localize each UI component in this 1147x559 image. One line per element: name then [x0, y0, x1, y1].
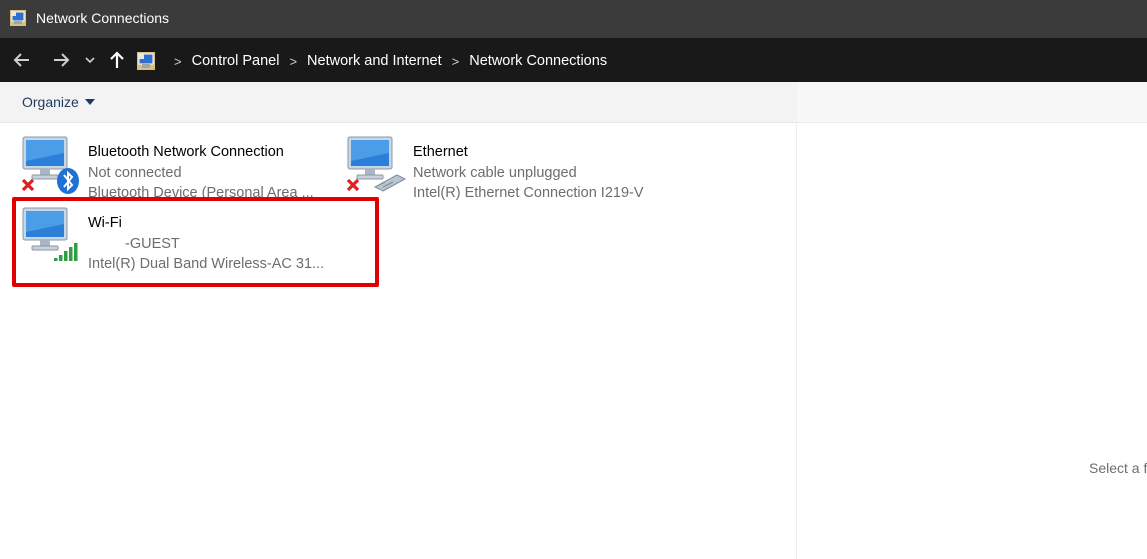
bluetooth-network-icon [21, 136, 79, 194]
connection-details: Wi-Fi -GUEST Intel(R) Dual Band Wireless… [88, 213, 324, 275]
breadcrumb: > Control Panel > Network and Internet >… [136, 50, 607, 72]
wifi-network-icon [22, 207, 78, 261]
connection-device: Intel(R) Dual Band Wireless-AC 31... [88, 256, 325, 272]
connection-status: -GUEST [125, 235, 180, 252]
forward-arrow-icon [54, 53, 70, 67]
forward-button[interactable] [49, 48, 73, 72]
back-arrow-icon [13, 53, 29, 67]
back-button[interactable] [10, 48, 34, 72]
network-connections-icon [10, 10, 26, 26]
connection-details: Ethernet Network cable unplugged Intel(R… [413, 142, 644, 204]
organize-button[interactable]: Organize [22, 94, 95, 110]
up-arrow-icon [110, 51, 124, 68]
connection-item-ethernet[interactable]: Ethernet Network cable unplugged Intel(R… [345, 133, 685, 201]
title-bar: Network Connections [0, 0, 1147, 38]
recent-locations-button[interactable] [80, 48, 100, 72]
breadcrumb-control-panel[interactable]: Control Panel [192, 53, 280, 69]
up-button[interactable] [105, 48, 129, 72]
address-bar: > Control Panel > Network and Internet >… [0, 38, 1147, 82]
connection-name: Bluetooth Network Connection [88, 144, 284, 160]
caret-down-icon [84, 99, 95, 105]
preview-pane: Select a f [797, 123, 1147, 559]
connection-device: Intel(R) Ethernet Connection I219-V [413, 185, 644, 201]
breadcrumb-network-and-internet[interactable]: Network and Internet [307, 53, 442, 69]
breadcrumb-network-connections[interactable]: Network Connections [469, 53, 607, 69]
connections-list: Bluetooth Network Connection Not connect… [0, 123, 797, 559]
chevron-right-icon[interactable]: > [289, 54, 297, 69]
connection-item-bluetooth[interactable]: Bluetooth Network Connection Not connect… [20, 133, 340, 201]
chevron-down-icon [85, 57, 95, 64]
command-bar-right [797, 82, 1147, 123]
connection-details: Bluetooth Network Connection Not connect… [88, 142, 314, 204]
connection-name: Ethernet [413, 144, 468, 160]
connection-status: Not connected [88, 164, 182, 181]
command-bar: Organize [0, 82, 797, 123]
organize-label: Organize [22, 94, 79, 110]
chevron-right-icon[interactable]: > [452, 54, 460, 69]
window-title: Network Connections [36, 10, 170, 26]
connection-name: Wi-Fi [88, 215, 122, 231]
preview-text: Select a f [1089, 460, 1147, 476]
control-panel-icon[interactable] [136, 51, 156, 71]
ethernet-network-icon [346, 136, 407, 192]
connection-item-wifi[interactable]: Wi-Fi -GUEST Intel(R) Dual Band Wireless… [20, 204, 360, 272]
chevron-right-icon[interactable]: > [174, 54, 182, 69]
connection-status: Network cable unplugged [413, 164, 577, 181]
connection-device: Bluetooth Device (Personal Area ... [88, 185, 314, 201]
